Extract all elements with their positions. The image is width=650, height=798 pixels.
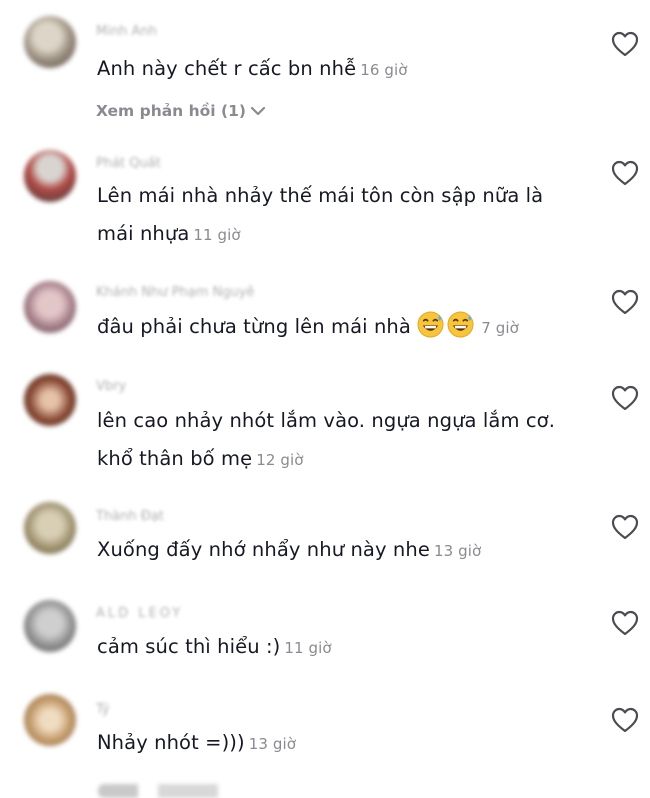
heart-outline-icon[interactable] [611, 610, 639, 636]
grinning-sweat-emoji [447, 311, 474, 338]
heart-outline-icon[interactable] [611, 160, 639, 186]
comment-text: Nhảy nhót =))) 13 giờ [97, 724, 296, 763]
view-replies-label: Xem phản hồi (1) [96, 102, 246, 120]
comment-time: 12 giờ [256, 451, 304, 469]
avatar[interactable] [24, 374, 76, 426]
comment-time: 7 giờ [481, 319, 519, 337]
comment-time: 13 giờ [433, 542, 482, 560]
comment-time: 11 giờ [193, 226, 241, 244]
avatar[interactable] [24, 694, 76, 746]
view-replies-button[interactable]: Xem phản hồi (1) [96, 102, 266, 120]
heart-outline-icon[interactable] [611, 289, 639, 315]
next-comment-peek [98, 784, 368, 798]
avatar[interactable] [24, 150, 76, 202]
chevron-down-icon [250, 106, 266, 116]
comment-text: Anh này chết r cấc bn nhễ 16 giờ [97, 50, 408, 89]
comment-body: Anh này chết r cấc bn nhễ [97, 57, 357, 80]
comment-body: đâu phải chưa từng lên mái nhà [97, 315, 411, 338]
username[interactable]: Vbry [96, 377, 156, 397]
username[interactable]: Minh Anh [96, 22, 226, 42]
comment-body: cảm súc thì hiểu :) [97, 635, 281, 658]
comment-body: Nhảy nhót =))) [97, 731, 245, 754]
comment-time: 11 giờ [284, 639, 332, 657]
avatar[interactable] [24, 281, 76, 333]
comment-text: lên cao nhảy nhót lắm vào. ngựa ngựa lắm… [97, 402, 597, 479]
comment-text: Xuống đấy nhớ nhẩy như này nhe 13 giờ [97, 531, 481, 570]
heart-outline-icon[interactable] [611, 31, 639, 57]
username[interactable]: Thành Đạt [96, 507, 196, 527]
comment-body: lên cao nhảy nhót lắm vào. ngựa ngựa lắm… [97, 409, 556, 470]
username[interactable]: Tý [96, 700, 146, 720]
username[interactable]: ALD LEOY [96, 604, 246, 624]
comment-text: cảm súc thì hiểu :) 11 giờ [97, 628, 332, 667]
comment-body: Xuống đấy nhớ nhẩy như này nhe [97, 538, 430, 561]
heart-outline-icon[interactable] [611, 514, 639, 540]
username[interactable]: Khánh Như Phạm Nguyễ [96, 283, 326, 303]
heart-outline-icon[interactable] [611, 707, 639, 733]
avatar[interactable] [24, 600, 76, 652]
avatar[interactable] [24, 502, 76, 554]
comment-text: đâu phải chưa từng lên mái nhà 7 giờ [97, 308, 519, 347]
avatar[interactable] [24, 16, 76, 68]
username[interactable]: Phát Quất [96, 154, 226, 174]
comment-text: Lên mái nhà nhảy thế mái tôn còn sập nữa… [97, 177, 577, 254]
heart-outline-icon[interactable] [611, 385, 639, 411]
grinning-sweat-emoji [417, 311, 444, 338]
comment-body: Lên mái nhà nhảy thế mái tôn còn sập nữa… [97, 184, 544, 245]
comment-time: 16 giờ [360, 61, 408, 79]
comment-time: 13 giờ [248, 735, 297, 753]
